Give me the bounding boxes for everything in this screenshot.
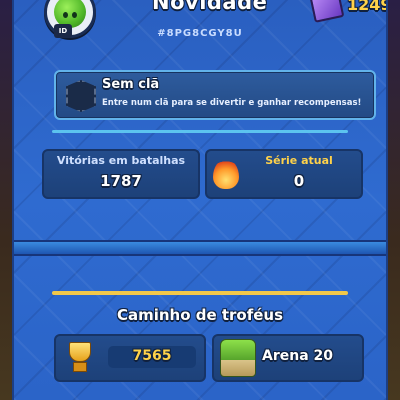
divider [52, 130, 348, 133]
arena-icon [220, 339, 256, 377]
arena-box[interactable]: Arena 20 [212, 334, 364, 382]
player-tag[interactable]: #8PG8CGY8U [14, 28, 386, 39]
battle-wins-box: Vitórias em batalhas 1787 [42, 149, 200, 199]
streak-value: 0 [293, 172, 305, 190]
trophy-divider [52, 291, 348, 295]
clan-box[interactable]: Sem clã Entre num clã para se divertir e… [54, 70, 376, 120]
profile-panel: ID Novidade #8PG8CGY8U 1249 Sem clã Entr… [12, 0, 388, 400]
left-border [0, 0, 12, 400]
card-count: 1249 [347, 0, 388, 14]
flame-icon [213, 159, 239, 189]
player-name: Novidade [152, 0, 268, 14]
streak-box: Série atual 0 [205, 149, 363, 199]
arena-name: Arena 20 [262, 348, 334, 364]
right-border [388, 0, 400, 400]
trophy-count: 7565 [132, 348, 172, 364]
section-band [14, 240, 386, 256]
trophy-count-box[interactable]: 7565 [54, 334, 206, 382]
streak-label: Série atual [265, 154, 333, 167]
trophy-road-title: Caminho de troféus [116, 306, 284, 324]
clan-title: Sem clã [102, 77, 160, 92]
battle-wins-label: Vitórias em batalhas [56, 154, 186, 167]
empty-clan-shield-icon [66, 80, 96, 112]
trophy-icon [64, 342, 94, 372]
clan-subtitle: Entre num clã para se divertir e ganhar … [102, 98, 362, 108]
purple-cards-icon [309, 0, 345, 23]
battle-wins-value: 1787 [100, 172, 142, 190]
